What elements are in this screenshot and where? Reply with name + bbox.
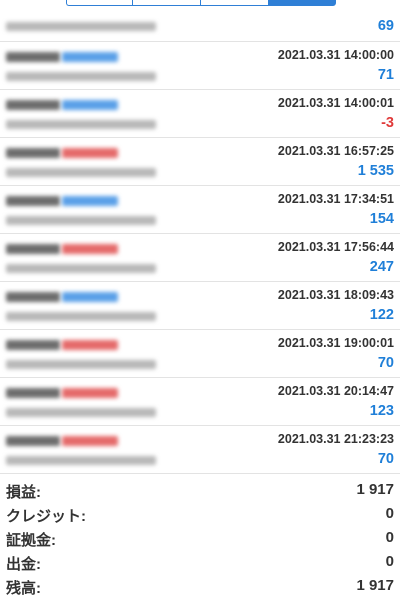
trade-row[interactable]: 2021.03.31 14:00:01 -3	[0, 90, 400, 138]
price-range-blurred	[6, 408, 156, 417]
trade-type-blurred	[62, 244, 118, 254]
trade-profit: 69	[377, 18, 394, 34]
symbol-blurred	[6, 388, 60, 398]
trade-row[interactable]: 2021.03.31 18:09:43 122	[0, 282, 400, 330]
trade-type-blurred	[62, 340, 118, 350]
trade-type-blurred	[62, 436, 118, 446]
symbol-blurred	[6, 148, 60, 158]
trade-time: 2021.03.31 14:00:01	[277, 96, 394, 110]
symbol-blurred	[6, 340, 60, 350]
trade-row[interactable]: 2021.03.31 20:14:47 123	[0, 378, 400, 426]
trade-profit: -3	[381, 115, 394, 131]
trade-row[interactable]: 2021.03.31 19:00:01 70	[0, 330, 400, 378]
trade-profit: 71	[377, 67, 394, 83]
trade-row[interactable]: 2021.03.31 21:23:23 70	[0, 426, 400, 474]
price-range-blurred	[6, 456, 156, 465]
trade-type-blurred	[62, 196, 118, 206]
trade-type-blurred	[62, 100, 118, 110]
summary-row-withdrawal: 出金: 0	[0, 550, 400, 574]
price-range-blurred	[6, 264, 156, 273]
price-range-blurred	[6, 360, 156, 369]
symbol-blurred	[6, 100, 60, 110]
price-range-blurred	[6, 216, 156, 225]
summary-value: 0	[385, 529, 394, 546]
summary-row-credit: クレジット: 0	[0, 502, 400, 526]
trade-type-blurred	[62, 388, 118, 398]
summary-label: クレジット:	[6, 508, 86, 525]
trade-time: 2021.03.31 16:57:25	[277, 144, 394, 158]
summary-label: 証拠金:	[6, 532, 56, 549]
trade-row[interactable]: 2021.03.31 17:34:51 154	[0, 186, 400, 234]
summary-value: 1 917	[356, 577, 394, 594]
trade-profit: 70	[377, 355, 394, 371]
trade-row[interactable]: 2021.03.31 14:00:00 71	[0, 42, 400, 90]
price-range-blurred	[6, 168, 156, 177]
trade-profit: 1 535	[357, 163, 394, 179]
trade-row[interactable]: 2021.03.31 17:56:44 247	[0, 234, 400, 282]
trade-profit: 154	[369, 211, 394, 227]
trade-time: 2021.03.31 17:56:44	[277, 240, 394, 254]
summary-value: 0	[385, 553, 394, 570]
summary-row-margin: 証拠金: 0	[0, 526, 400, 550]
trade-time: 2021.03.31 20:14:47	[277, 384, 394, 398]
symbol-blurred	[6, 196, 60, 206]
price-range-blurred	[6, 312, 156, 321]
trade-history-list: 69 2021.03.31 14:00:00 71 2021.03.31 14:…	[0, 0, 400, 474]
summary-label: 出金:	[6, 556, 41, 573]
symbol-blurred	[6, 52, 60, 62]
trade-row[interactable]: 2021.03.31 16:57:25 1 535	[0, 138, 400, 186]
trade-profit: 70	[377, 451, 394, 467]
price-range-blurred	[6, 72, 156, 81]
summary-value: 1 917	[356, 481, 394, 498]
trade-type-blurred	[62, 292, 118, 302]
price-range-blurred	[6, 22, 156, 31]
trade-type-blurred	[62, 52, 118, 62]
trade-row[interactable]: 69	[0, 0, 400, 42]
trade-time: 2021.03.31 19:00:01	[277, 336, 394, 350]
summary-label: 損益:	[6, 484, 41, 501]
summary-row-profit: 損益: 1 917	[0, 478, 400, 502]
trade-profit: 247	[369, 259, 394, 275]
symbol-blurred	[6, 436, 60, 446]
trade-profit: 123	[369, 403, 394, 419]
summary-row-balance: 残高: 1 917	[0, 574, 400, 598]
summary-value: 0	[385, 505, 394, 522]
account-summary: 損益: 1 917 クレジット: 0 証拠金: 0 出金: 0 残高: 1 91…	[0, 478, 400, 598]
price-range-blurred	[6, 120, 156, 129]
trade-time: 2021.03.31 21:23:23	[277, 432, 394, 446]
trade-time: 2021.03.31 18:09:43	[277, 288, 394, 302]
symbol-blurred	[6, 292, 60, 302]
trade-time: 2021.03.31 17:34:51	[277, 192, 394, 206]
trade-profit: 122	[369, 307, 394, 323]
trade-time: 2021.03.31 14:00:00	[277, 48, 394, 62]
summary-label: 残高:	[6, 580, 41, 597]
symbol-blurred	[6, 244, 60, 254]
trade-type-blurred	[62, 148, 118, 158]
